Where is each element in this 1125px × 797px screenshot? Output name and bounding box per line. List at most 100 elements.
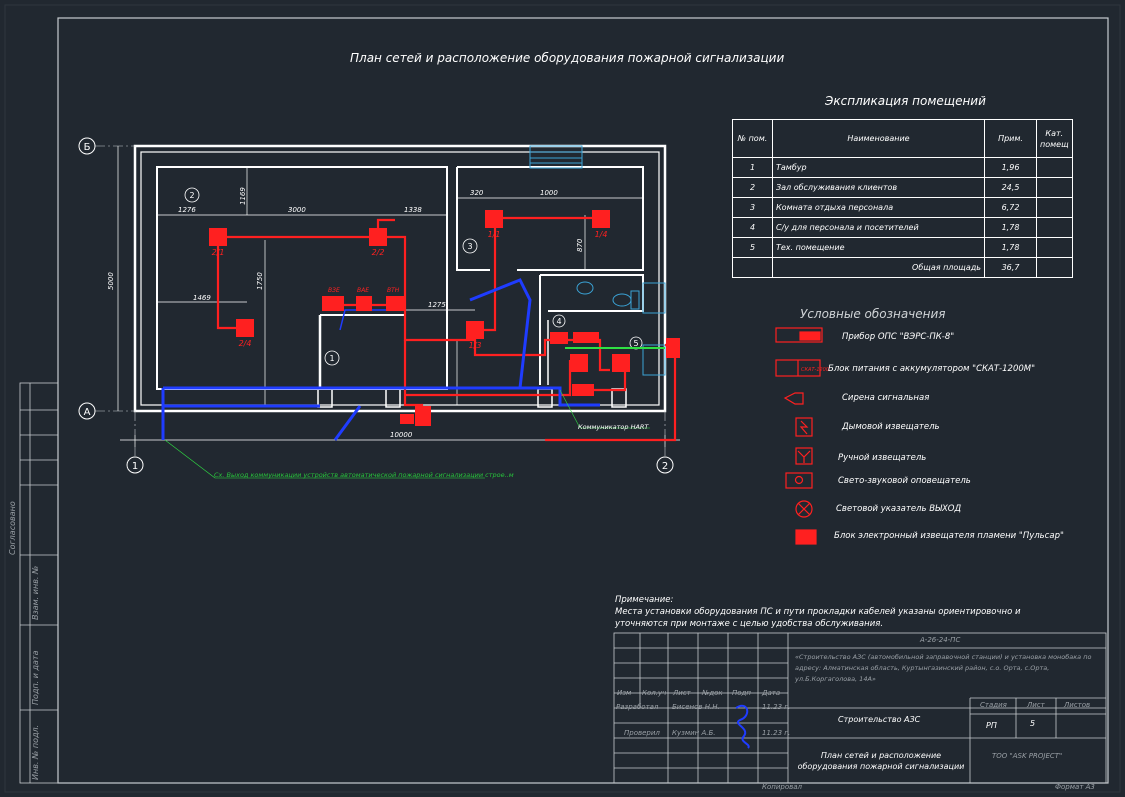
table-total-row: Общая площадь 36,7 (732, 257, 1073, 278)
table-row: 5 Тех. помещение 1,78 (732, 237, 1073, 258)
dim-2: 1338 (404, 206, 422, 214)
stamp-col-kol: Кол.уч (642, 689, 667, 697)
row-area: 6,72 (984, 197, 1037, 218)
hart-annotation: Коммуникатор HART (578, 423, 649, 431)
side-label-soglasovano: Согласовано (8, 501, 17, 555)
dim-4: 320 (470, 189, 484, 197)
legend-item-flame-detector: Блок электронный извещателя пламени "Пул… (834, 531, 1064, 541)
room-5-number: 5 (633, 339, 638, 348)
dim-1: 3000 (288, 206, 306, 214)
detector-2-1-label: 2/1 (212, 248, 225, 257)
legend-item-smoke-detector: Дымовой извещатель (842, 422, 940, 432)
row-area: 1,78 (984, 217, 1037, 238)
stamp-razrab-label: Разработал (616, 703, 659, 711)
room-2-number: 2 (189, 191, 194, 200)
stamp-list-label: Лист (1027, 701, 1045, 709)
total-kat (1036, 257, 1073, 278)
header-name: Наименование (772, 119, 985, 158)
row-name: Тамбур (772, 157, 985, 178)
legend-item-exit-sign: Световой указатель ВЫХОД (836, 504, 962, 514)
stamp-sheet-title: План сетей и расположение оборудования п… (797, 751, 965, 771)
row-kat (1036, 237, 1073, 258)
row-name: Комната отдыха персонала (772, 197, 985, 218)
device-header-1: ВЗЕ (328, 287, 340, 294)
header-num: № пом. (732, 119, 773, 158)
room-3-number: 3 (467, 242, 472, 251)
entry-annotation: Сх. Выход коммуникации устройств автомат… (214, 471, 514, 479)
detector-2-4-label: 2/4 (239, 339, 252, 348)
dim-5: 1276 (178, 206, 196, 214)
legend-power-tag: СКАТ-1200 (801, 367, 829, 373)
device-header-3: ВТН (387, 287, 400, 294)
header-prim: Прим. (984, 119, 1037, 158)
stamp-prover-name: Кузмин А.Б. (672, 729, 716, 737)
table-row: 2 Зал обслуживания клиентов 24,5 (732, 177, 1073, 198)
axis-b-label: Б (84, 142, 91, 153)
header-kat: Кат. помещ (1036, 119, 1073, 158)
legend-item-manual-call-point: Ручной извещатель (838, 453, 927, 463)
table-row: 1 Тамбур 1,96 (732, 157, 1073, 178)
explication-table: № пом. Наименование Прим. Кат. помещ 1 Т… (732, 119, 1073, 278)
stamp-col-list: Лист (673, 689, 691, 697)
row-kat (1036, 197, 1073, 218)
stamp-stadia: РП (986, 721, 997, 730)
row-name: Тех. помещение (772, 237, 985, 258)
stamp-col-ndok: №док (702, 689, 723, 697)
row-area: 1,78 (984, 237, 1037, 258)
note-line-2: уточняются при монтаже с целью удобства … (615, 619, 884, 629)
legend-item-panel: Прибор ОПС "ВЭРС-ПК-8" (842, 332, 955, 342)
dim-6: 1750 (256, 272, 264, 290)
row-num: 3 (732, 197, 773, 218)
dim-7: 1469 (193, 294, 211, 302)
axis-2-label: 2 (662, 461, 668, 472)
row-area: 24,5 (984, 177, 1037, 198)
stamp-company: ТОО "ASK PROJECT" (992, 752, 1063, 760)
stamp-stadia-label: Стадия (980, 701, 1007, 709)
legend-item-power-supply: Блок питания с аккумулятором "СКАТ-1200М… (828, 364, 1036, 374)
legend-item-siren: Сирена сигнальная (842, 393, 930, 403)
dim-9: 870 (576, 238, 584, 252)
note-line-1: Места установки оборудования ПС и пути п… (615, 607, 1021, 617)
detector-2-2-label: 2/2 (372, 248, 385, 257)
detector-1-1-label: 1/1 (488, 230, 501, 239)
stamp-col-izm: Изм (617, 689, 632, 697)
legend-item-light-sound: Свето-звуковой оповещатель (838, 476, 971, 486)
dim-3: 1000 (540, 189, 558, 197)
axis-1-label: 1 (132, 461, 138, 472)
axis-a-label: А (84, 407, 91, 418)
row-kat (1036, 217, 1073, 238)
stamp-project: «Строительство АЗС (автомобильной заправ… (795, 653, 1092, 683)
stamp-object: Строительство АЗС (838, 715, 921, 724)
stamp-format: Формат А3 (1055, 783, 1095, 791)
dim-height: 5000 (107, 272, 115, 290)
dim-8: 1275 (428, 301, 446, 309)
table-header-row: № пом. Наименование Прим. Кат. помещ (732, 119, 1073, 158)
table-row: 3 Комната отдыха персонала 6,72 (732, 197, 1073, 218)
stamp-date-2: 11.23 г. (762, 729, 791, 737)
total-empty (732, 257, 773, 278)
drawing-title: План сетей и расположение оборудования п… (350, 51, 785, 65)
stamp-list: 5 (1030, 719, 1036, 728)
row-num: 2 (732, 177, 773, 198)
total-label: Общая площадь (772, 257, 985, 278)
detector-1-4-label: 1/4 (595, 230, 608, 239)
stamp-listov-label: Листов (1064, 701, 1091, 709)
stamp-code: А-26-24-ПС (920, 636, 961, 644)
legend-title: Условные обозначения (800, 307, 946, 321)
total-value: 36,7 (984, 257, 1037, 278)
room-1-number: 1 (329, 354, 334, 363)
explication-title: Экспликация помещений (825, 94, 986, 108)
row-num: 4 (732, 217, 773, 238)
row-kat (1036, 157, 1073, 178)
table-row: 4 С/у для персонала и посетителей 1,78 (732, 217, 1073, 238)
stamp-date-1: 11.23 г. (762, 703, 791, 711)
stamp-col-podp: Подп (732, 689, 751, 697)
side-label-inv-zam: Взам. инв. № (31, 565, 40, 620)
dim-10: 1169 (239, 187, 247, 205)
row-num: 1 (732, 157, 773, 178)
side-label-podp-data: Подп. и дата (31, 650, 40, 706)
side-label-inv-podl: Инв. № подл. (31, 724, 40, 780)
dim-total: 10000 (390, 431, 413, 439)
stamp-kopiroval: Копировал (762, 783, 802, 791)
stamp-col-data: Дата (762, 689, 781, 697)
